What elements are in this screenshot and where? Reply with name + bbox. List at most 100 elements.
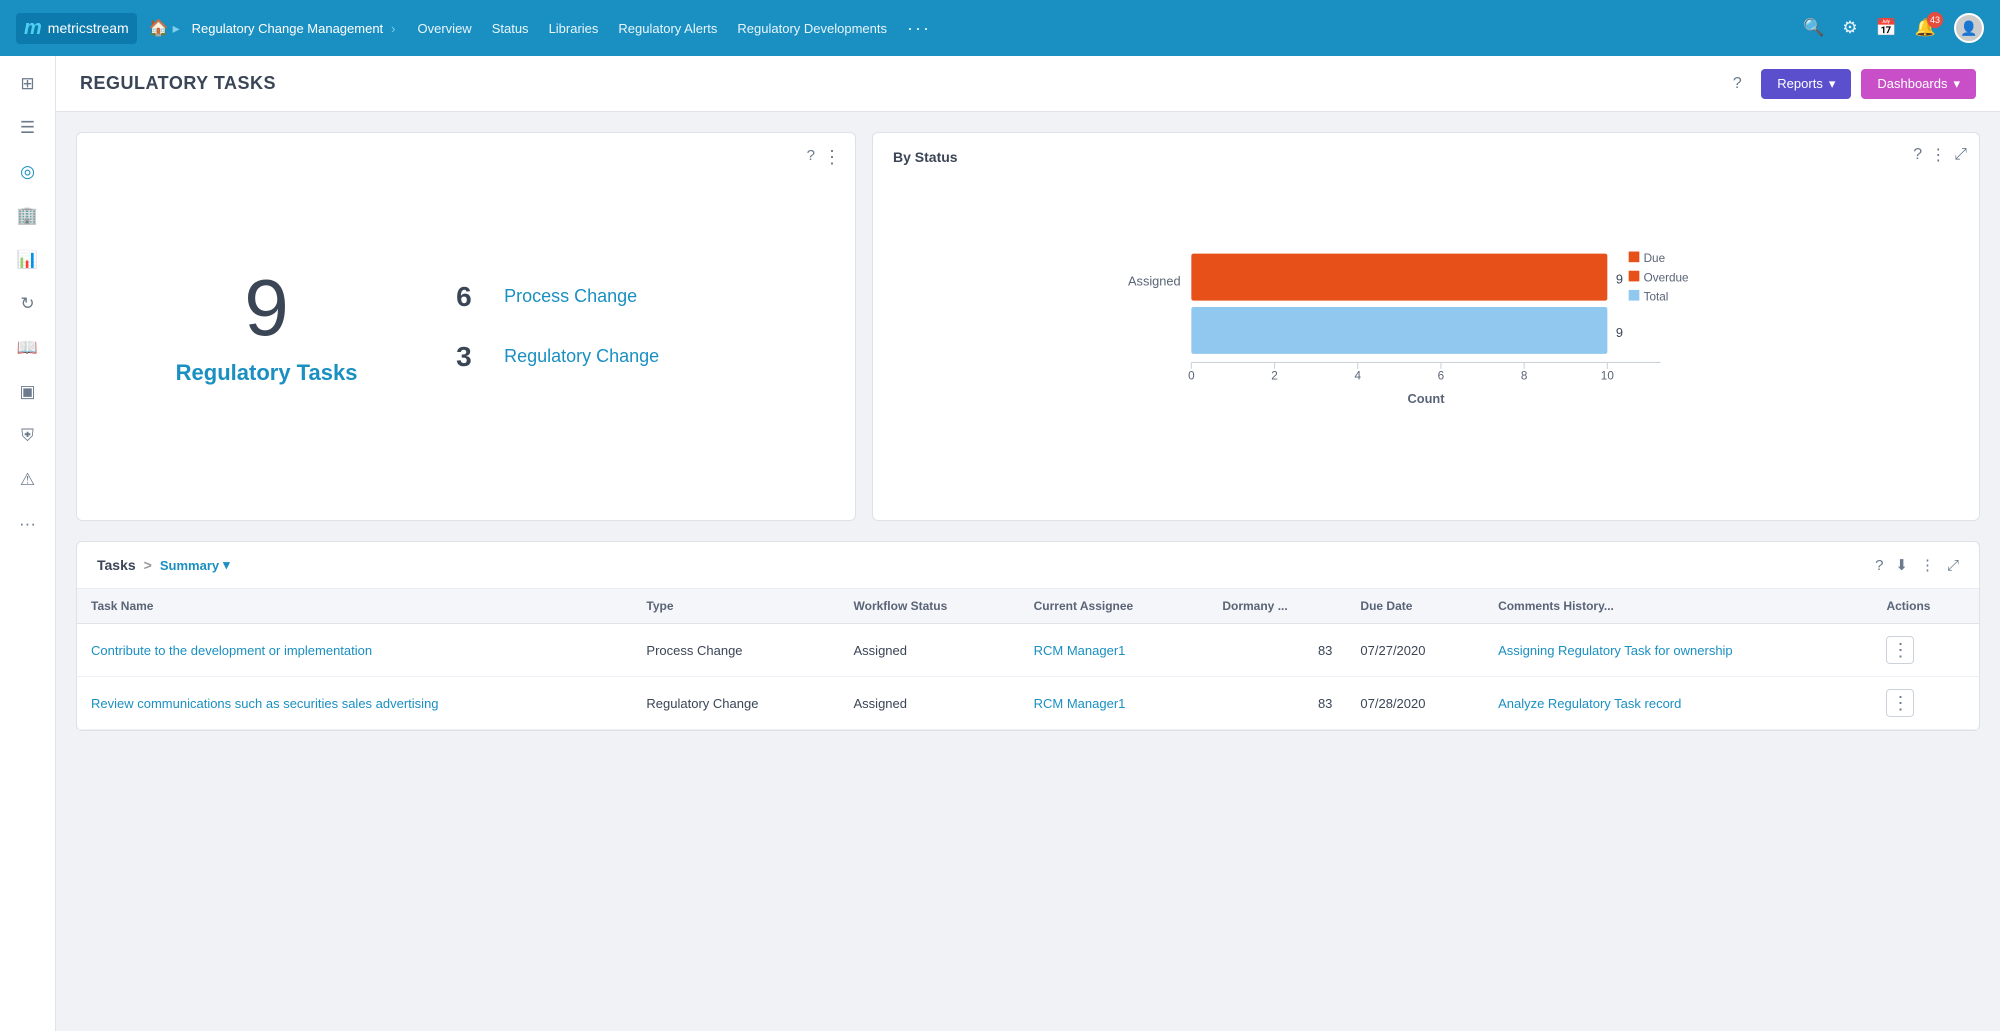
page-help-button[interactable]: ?: [1723, 70, 1751, 98]
summary-link[interactable]: Summary ▾: [160, 557, 230, 573]
chart-expand-button[interactable]: ⤢: [1954, 146, 1967, 164]
notifications-button[interactable]: 🔔 43: [1915, 18, 1936, 38]
row2-type: Regulatory Change: [632, 677, 839, 730]
row1-assignee-link[interactable]: RCM Manager1: [1034, 643, 1126, 658]
nav-link-status[interactable]: Status: [492, 21, 529, 36]
sidebar-item-more[interactable]: ···: [8, 504, 48, 544]
page-title: REGULATORY TASKS: [80, 73, 276, 94]
nav-link-overview[interactable]: Overview: [418, 21, 472, 36]
col-current-assignee: Current Assignee: [1020, 589, 1209, 624]
dashboards-button[interactable]: Dashboards ▾: [1861, 69, 1976, 99]
nav-link-libraries[interactable]: Libraries: [549, 21, 599, 36]
process-change-link[interactable]: Process Change: [504, 286, 637, 307]
logo[interactable]: m metricstream: [16, 13, 137, 44]
row1-actions-button[interactable]: ⋮: [1886, 636, 1914, 664]
row1-current-assignee: RCM Manager1: [1020, 624, 1209, 677]
home-nav-button[interactable]: 🏠 ▸: [149, 18, 180, 38]
col-type: Type: [632, 589, 839, 624]
breadcrumb-module[interactable]: Regulatory Change Management: [192, 21, 384, 36]
tasks-widget: ? ⋮ 9 Regulatory Tasks 6 Process Change …: [76, 132, 856, 521]
chart-bar-total: [1191, 307, 1607, 354]
calendar-button[interactable]: 📅: [1876, 18, 1897, 38]
widget-menu-button[interactable]: ⋮: [823, 147, 841, 168]
sidebar-item-list[interactable]: ☰: [8, 108, 48, 148]
settings-button[interactable]: ⚙: [1842, 18, 1857, 38]
row2-task-name-link[interactable]: Review communications such as securities…: [91, 696, 439, 711]
logo-text: metricstream: [48, 20, 129, 36]
table-help-button[interactable]: ?: [1875, 557, 1883, 574]
header-actions: ? Reports ▾ Dashboards ▾: [1723, 69, 1976, 99]
widget-help-button[interactable]: ?: [807, 147, 815, 164]
chart-widget: By Status ? ⋮ ⤢ Assigned 9 9: [872, 132, 1980, 521]
chart-menu-button[interactable]: ⋮: [1930, 145, 1946, 165]
tasks-breakdown: 6 Process Change 3 Regulatory Change: [436, 261, 835, 393]
table-row: Review communications such as securities…: [77, 677, 1979, 730]
reports-button[interactable]: Reports ▾: [1761, 69, 1851, 99]
tasks-inner: 9 Regulatory Tasks 6 Process Change 3 Re…: [97, 153, 835, 500]
dashboards-drop-icon: ▾: [1953, 76, 1960, 92]
col-workflow-status: Workflow Status: [840, 589, 1020, 624]
row1-dormancy: 83: [1208, 624, 1346, 677]
sidebar-item-shield[interactable]: ⛨: [8, 416, 48, 456]
regulatory-change-count: 3: [456, 341, 488, 373]
row2-current-assignee: RCM Manager1: [1020, 677, 1209, 730]
row1-type: Process Change: [632, 624, 839, 677]
nav-link-regulatory-alerts[interactable]: Regulatory Alerts: [618, 21, 717, 36]
sidebar-item-book[interactable]: 📖: [8, 328, 48, 368]
row1-task-name-link[interactable]: Contribute to the development or impleme…: [91, 643, 372, 658]
row2-actions-button[interactable]: ⋮: [1886, 689, 1914, 717]
row1-comments-link[interactable]: Assigning Regulatory Task for ownership: [1498, 643, 1733, 658]
summary-drop-icon: ▾: [223, 557, 230, 573]
top-nav: m metricstream 🏠 ▸ Regulatory Change Man…: [0, 0, 2000, 56]
sidebar-item-chart[interactable]: 📊: [8, 240, 48, 280]
task-item-regulatory-change: 3 Regulatory Change: [456, 341, 815, 373]
process-change-count: 6: [456, 281, 488, 313]
sidebar-item-building[interactable]: 🏢: [8, 196, 48, 236]
summary-label: Summary: [160, 558, 219, 573]
chart-svg: Assigned 9 9 0 2 4 6 8 10: [903, 179, 1949, 499]
breadcrumb-sep: ›: [391, 21, 395, 36]
regulatory-change-link[interactable]: Regulatory Change: [504, 346, 659, 367]
logo-m-icon: m: [24, 17, 42, 40]
sidebar-item-refresh[interactable]: ↻: [8, 284, 48, 324]
sidebar-item-gauge[interactable]: ◎: [8, 152, 48, 192]
chart-container: Assigned 9 9 0 2 4 6 8 10: [893, 179, 1959, 504]
col-due-date: Due Date: [1346, 589, 1484, 624]
row2-comments-link[interactable]: Analyze Regulatory Task record: [1498, 696, 1681, 711]
chart-legend-total-label: Total: [1644, 291, 1669, 304]
table-menu-button[interactable]: ⋮: [1920, 556, 1935, 574]
table-download-button[interactable]: ⬇: [1895, 556, 1908, 574]
tasks-big-number: 9: [244, 268, 289, 348]
nav-link-regulatory-developments[interactable]: Regulatory Developments: [737, 21, 887, 36]
chart-xtick-4: 4: [1354, 370, 1361, 383]
chart-bar-due-value: 9: [1616, 272, 1623, 287]
chart-xtick-8: 8: [1521, 370, 1528, 383]
row1-actions: ⋮: [1872, 624, 1979, 677]
row2-dormancy: 83: [1208, 677, 1346, 730]
chart-xtick-10: 10: [1601, 370, 1615, 383]
sidebar-item-home[interactable]: ⊞: [8, 64, 48, 104]
row1-comments-history: Assigning Regulatory Task for ownership: [1484, 624, 1872, 677]
nav-right-actions: 🔍 ⚙ 📅 🔔 43 👤: [1803, 13, 1984, 43]
page-header: REGULATORY TASKS ? Reports ▾ Dashboards …: [56, 56, 2000, 112]
search-button[interactable]: 🔍: [1803, 18, 1824, 38]
table-expand-button[interactable]: ⤢: [1947, 557, 1959, 574]
col-actions: Actions: [1872, 589, 1979, 624]
table-section: Tasks > Summary ▾ ? ⬇ ⋮ ⤢ Task Name Type…: [76, 541, 1980, 731]
chart-y-label-assigned: Assigned: [1128, 274, 1181, 289]
col-comments-history: Comments History...: [1484, 589, 1872, 624]
nav-more-button[interactable]: ···: [907, 18, 931, 39]
sidebar-item-alert[interactable]: ⚠: [8, 460, 48, 500]
row2-assignee-link[interactable]: RCM Manager1: [1034, 696, 1126, 711]
col-task-name: Task Name: [77, 589, 632, 624]
chart-legend-due-icon: [1629, 252, 1640, 263]
row2-actions: ⋮: [1872, 677, 1979, 730]
table-actions: ? ⬇ ⋮ ⤢: [1875, 556, 1959, 574]
sidebar-item-grid[interactable]: ▣: [8, 372, 48, 412]
chart-title: By Status: [893, 149, 1959, 165]
user-avatar[interactable]: 👤: [1954, 13, 1984, 43]
chart-legend-overdue-label: Overdue: [1644, 271, 1689, 284]
chart-bar-total-value: 9: [1616, 325, 1623, 340]
chart-help-button[interactable]: ?: [1913, 146, 1922, 164]
tasks-table: Task Name Type Workflow Status Current A…: [77, 589, 1979, 730]
